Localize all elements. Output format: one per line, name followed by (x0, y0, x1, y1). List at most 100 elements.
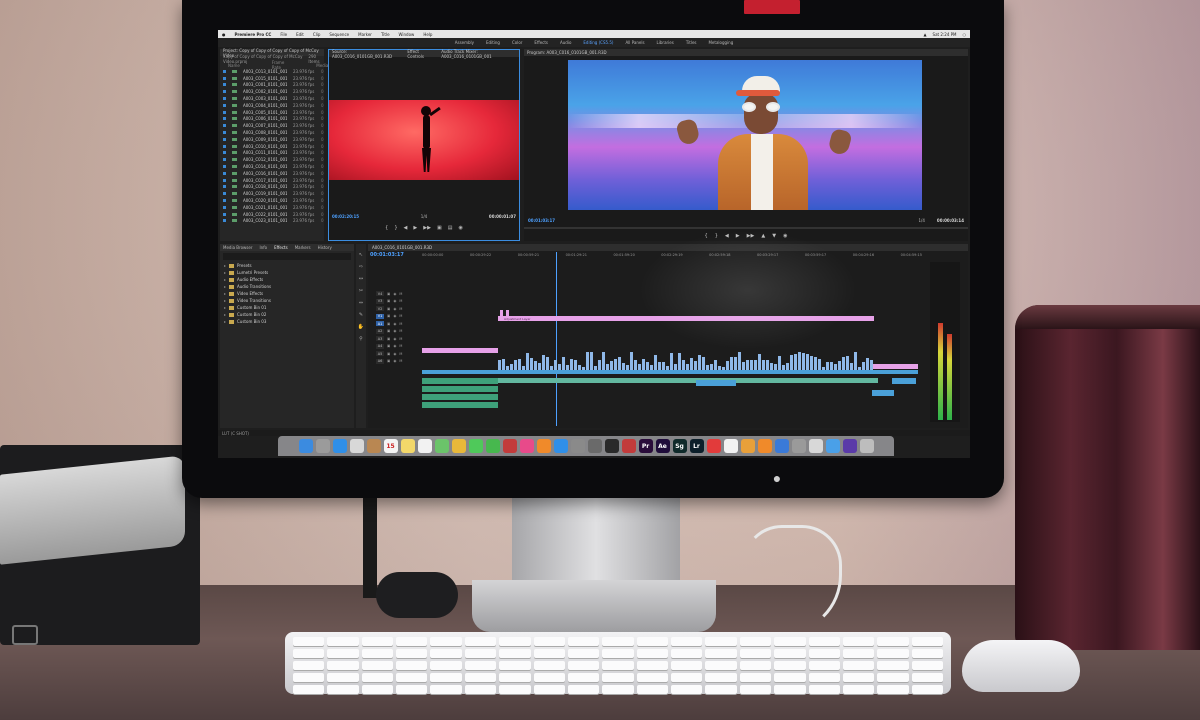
video-clip[interactable] (498, 360, 501, 370)
wifi-icon[interactable]: ▲ (923, 32, 926, 37)
vlc-icon[interactable] (757, 439, 772, 453)
effects-folder[interactable]: ▸ Audio Transitions (220, 283, 354, 290)
calendar-icon[interactable]: 15 (383, 439, 398, 453)
mute-icon[interactable]: M (399, 329, 402, 333)
effects-folder[interactable]: ▸ Custom Bin 01 (220, 304, 354, 311)
program-export-frame-icon[interactable]: ◉ (783, 233, 787, 239)
lock-icon[interactable]: ▣ (387, 322, 390, 326)
chess-icon[interactable] (587, 439, 602, 453)
notes-icon[interactable] (400, 439, 415, 453)
speedgrade-icon[interactable]: Sg (672, 439, 687, 453)
clip-row[interactable]: A003_C001_0101_001 23.976 fps 0 (220, 82, 324, 89)
export-frame-icon[interactable]: ◉ (458, 225, 462, 231)
adjustment-marker[interactable] (506, 310, 509, 316)
safari-icon[interactable] (332, 439, 347, 453)
mute-icon[interactable]: M (399, 359, 402, 363)
clip-row[interactable]: A003_C011_0101_001 23.976 fps 0 (220, 150, 324, 157)
tab-markers[interactable]: Markers (295, 245, 311, 250)
program-step-forward-icon[interactable]: ▶▶ (747, 233, 755, 239)
video-clip[interactable] (570, 359, 573, 370)
source-timecode-in[interactable]: 00:02:20:15 (332, 214, 359, 219)
workspace-effects[interactable]: Effects (534, 40, 548, 45)
disclosure-arrow-icon[interactable]: ▸ (224, 312, 226, 317)
after-effects-icon[interactable]: Ae (655, 439, 670, 453)
maps-icon[interactable] (434, 439, 449, 453)
workspace-assembly[interactable]: Assembly (455, 40, 474, 45)
effects-folder[interactable]: ▸ Custom Bin 02 (220, 311, 354, 318)
effects-folder[interactable]: ▸ Lumetri Presets (220, 269, 354, 276)
ibooks-icon[interactable] (536, 439, 551, 453)
program-mark-out-icon[interactable]: } (715, 233, 718, 239)
lock-icon[interactable]: ▣ (387, 292, 390, 296)
source-fit-select[interactable]: 1/4 (421, 214, 427, 219)
lock-icon[interactable]: ▣ (387, 299, 390, 303)
clip-row[interactable]: A003_C015_0101_001 23.976 fps 0 (220, 75, 324, 82)
overwrite-icon[interactable]: ▤ (448, 225, 453, 231)
lock-icon[interactable]: ▣ (387, 352, 390, 356)
app-purple-icon[interactable] (842, 439, 857, 453)
program-mark-in-icon[interactable]: { (705, 233, 708, 239)
clip-row[interactable]: A003_C009_0101_001 23.976 fps 0 (220, 136, 324, 143)
program-play-icon[interactable]: ▶ (736, 233, 740, 239)
video-clip[interactable] (830, 362, 833, 370)
disclosure-arrow-icon[interactable]: ▸ (224, 298, 226, 303)
menubar-clock[interactable]: Sat 2:24 PM (933, 32, 957, 37)
track-area[interactable]: Adjustment Layer (422, 252, 922, 426)
video-clip[interactable] (662, 362, 665, 370)
hand-tool-icon[interactable]: ✋ (358, 324, 364, 330)
video-clip[interactable] (698, 355, 701, 370)
lightroom-icon[interactable]: Lr (689, 439, 704, 453)
video-clip[interactable] (866, 358, 869, 370)
tab-media-browser[interactable]: Media Browser (223, 245, 253, 250)
video-clip[interactable] (546, 357, 549, 370)
tab-effect-controls[interactable]: Effect Controls (407, 49, 433, 59)
video-clip[interactable] (754, 360, 757, 370)
track-target-toggle[interactable]: A3 (376, 336, 384, 342)
clip-row[interactable]: A003_C003_0101_001 23.976 fps 0 (220, 95, 324, 102)
disclosure-arrow-icon[interactable]: ▸ (224, 270, 226, 275)
tab-source[interactable]: Source: A003_C016_0101GB_001.R3D (332, 49, 399, 59)
video-clip[interactable] (766, 360, 769, 370)
video-clip[interactable] (502, 359, 505, 370)
menu-file[interactable]: File (280, 32, 287, 37)
clip-row[interactable]: A003_C019_0101_001 23.976 fps 0 (220, 190, 324, 197)
eye-icon[interactable]: ◉ (393, 337, 396, 341)
app-blue-icon[interactable] (774, 439, 789, 453)
video-clip[interactable] (658, 362, 661, 370)
menu-sequence[interactable]: Sequence (329, 32, 349, 37)
video-clip[interactable] (574, 360, 577, 370)
eye-icon[interactable]: ◉ (393, 329, 396, 333)
video-clip[interactable] (630, 352, 633, 370)
video-clip[interactable] (806, 354, 809, 370)
video-clip[interactable] (870, 360, 873, 370)
extract-icon[interactable]: ▼ (772, 233, 776, 239)
video-clip[interactable] (534, 361, 537, 370)
video-clip[interactable] (850, 363, 853, 370)
disclosure-arrow-icon[interactable]: ▸ (224, 263, 226, 268)
effects-folder[interactable]: ▸ Audio Effects (220, 276, 354, 283)
video-clip[interactable] (818, 359, 821, 370)
audio-clip-a4[interactable] (422, 402, 498, 408)
eye-icon[interactable]: ◉ (393, 322, 396, 326)
app-store-icon[interactable] (553, 439, 568, 453)
video-clip[interactable] (846, 356, 849, 370)
itunes-icon[interactable] (519, 439, 534, 453)
video-clip[interactable] (654, 355, 657, 370)
image-capture-icon[interactable] (791, 439, 806, 453)
video-clip[interactable] (738, 352, 741, 370)
trash-icon[interactable] (859, 439, 874, 453)
premiere-icon[interactable]: Pr (638, 439, 653, 453)
clip-row[interactable]: A003_C010_0101_001 23.976 fps 0 (220, 143, 324, 150)
creative-cloud-icon[interactable] (706, 439, 721, 453)
clip-row[interactable]: A003_C023_0101_001 23.976 fps 0 (220, 218, 324, 225)
lock-icon[interactable]: ▣ (387, 337, 390, 341)
clip-row[interactable]: A003_C014_0101_001 23.976 fps 0 (220, 163, 324, 170)
script-icon[interactable] (808, 439, 823, 453)
finder-icon[interactable] (298, 439, 313, 453)
video-clip[interactable] (798, 352, 801, 370)
video-clip[interactable] (742, 362, 745, 370)
eye-icon[interactable]: ◉ (393, 299, 396, 303)
video-clip[interactable] (842, 357, 845, 370)
video-clip[interactable] (734, 357, 737, 370)
program-timecode-in[interactable]: 00:01:03:17 (528, 218, 555, 223)
